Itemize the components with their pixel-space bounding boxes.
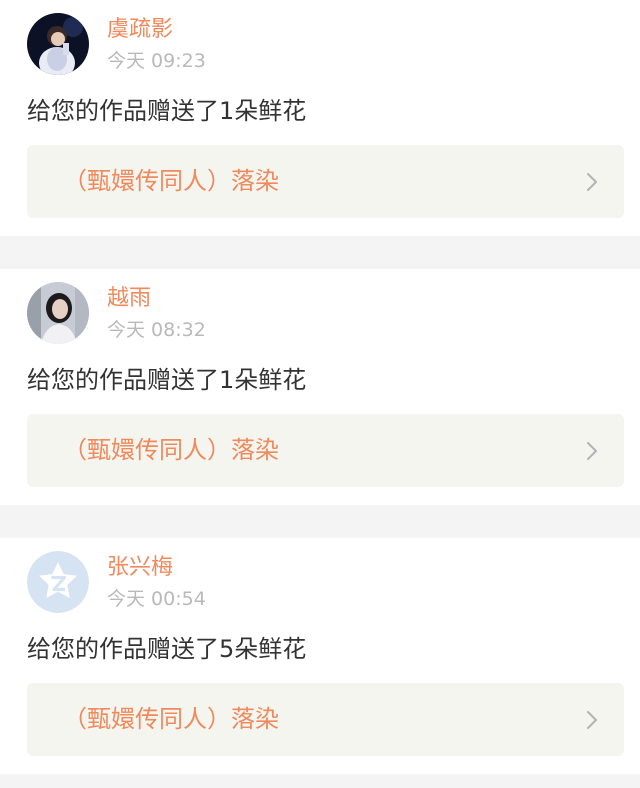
work-title: （甄嬛传同人）落染: [63, 436, 279, 464]
notification-feed: 虞疏影 今天 09:23 给您的作品赠送了1朵鲜花 （甄嬛传同人）落染 越雨 今…: [0, 0, 640, 774]
chevron-right-icon: [587, 711, 597, 729]
work-title: （甄嬛传同人）落染: [63, 167, 279, 195]
user-name[interactable]: 越雨: [107, 283, 151, 315]
user-photo: [27, 13, 89, 75]
notification-message: 给您的作品赠送了1朵鲜花: [27, 97, 307, 125]
notification-card: 虞疏影 今天 09:23 给您的作品赠送了1朵鲜花 （甄嬛传同人）落染: [0, 0, 640, 236]
chevron-right-icon: [587, 442, 597, 460]
work-link[interactable]: （甄嬛传同人）落染: [27, 414, 624, 487]
timestamp: 今天 09:23: [107, 50, 206, 72]
avatar[interactable]: [27, 13, 89, 75]
chevron-right-icon: [587, 173, 597, 191]
work-title: （甄嬛传同人）落染: [63, 705, 279, 733]
avatar[interactable]: [27, 282, 89, 344]
notification-card: 越雨 今天 08:32 给您的作品赠送了1朵鲜花 （甄嬛传同人）落染: [0, 269, 640, 505]
default-avatar-icon: [27, 551, 89, 613]
notification-message: 给您的作品赠送了5朵鲜花: [27, 635, 307, 663]
work-link[interactable]: （甄嬛传同人）落染: [27, 145, 624, 218]
notification-card: 张兴梅 今天 00:54 给您的作品赠送了5朵鲜花 （甄嬛传同人）落染: [0, 538, 640, 774]
timestamp: 今天 08:32: [107, 319, 206, 341]
work-link[interactable]: （甄嬛传同人）落染: [27, 683, 624, 756]
avatar[interactable]: [27, 551, 89, 613]
user-name[interactable]: 虞疏影: [107, 14, 173, 46]
timestamp: 今天 00:54: [107, 588, 206, 610]
user-photo: [27, 282, 89, 344]
user-name[interactable]: 张兴梅: [107, 552, 173, 584]
notification-message: 给您的作品赠送了1朵鲜花: [27, 366, 307, 394]
